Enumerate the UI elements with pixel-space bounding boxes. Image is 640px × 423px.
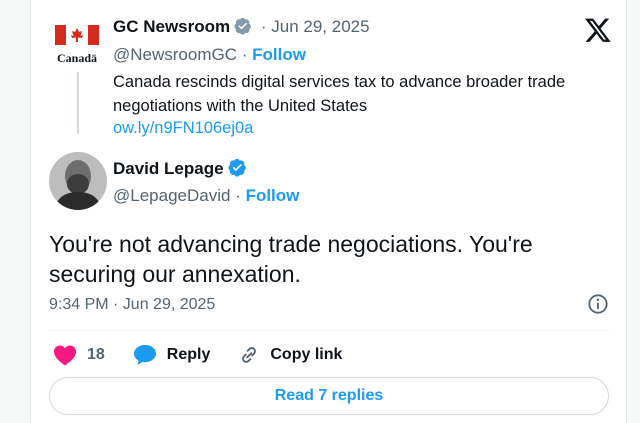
like-button[interactable]: 18 bbox=[53, 344, 105, 366]
reply-label: Reply bbox=[166, 346, 211, 363]
info-icon[interactable] bbox=[587, 293, 609, 315]
follow-button[interactable]: Follow bbox=[246, 186, 300, 205]
avatar-photo bbox=[49, 152, 107, 210]
quoted-author-row: GC Newsroom · Jun 29, 2025 bbox=[113, 17, 370, 36]
tweet-timestamp[interactable]: 9:34 PM · Jun 29, 2025 bbox=[49, 296, 215, 314]
divider bbox=[49, 330, 609, 331]
quoted-author-handle[interactable]: @NewsroomGC bbox=[113, 45, 237, 64]
avatar[interactable] bbox=[49, 152, 107, 210]
copy-link-label: Copy link bbox=[270, 346, 343, 363]
tweet-text: You're not advancing trade negociations.… bbox=[49, 231, 533, 287]
quoted-tweet-text: Canada rescinds digital services tax to … bbox=[113, 73, 566, 115]
quoted-author-name[interactable]: GC Newsroom bbox=[113, 17, 230, 36]
reply-button[interactable]: Reply bbox=[133, 344, 211, 366]
author-handle[interactable]: @LepageDavid bbox=[113, 186, 230, 205]
x-logo-icon[interactable] bbox=[584, 16, 612, 44]
author-row: David Lepage bbox=[113, 158, 247, 179]
thread-connector-line bbox=[77, 72, 79, 134]
like-count: 18 bbox=[87, 346, 105, 363]
quoted-date[interactable]: Jun 29, 2025 bbox=[271, 17, 369, 36]
verified-badge-icon bbox=[234, 17, 252, 35]
svg-text:Canadä: Canadä bbox=[57, 51, 97, 65]
handle-row: @LepageDavid · Follow bbox=[113, 186, 300, 205]
read-replies-button[interactable]: Read 7 replies bbox=[49, 377, 609, 415]
reply-bubble-icon bbox=[133, 345, 156, 365]
follow-button-quoted[interactable]: Follow bbox=[252, 45, 306, 64]
tweet-embed-card: Canadä GC Newsroom · Jun 29, 2025 @Newsr… bbox=[30, 0, 627, 423]
author-name[interactable]: David Lepage bbox=[113, 159, 224, 178]
quoted-handle-row: @NewsroomGC · Follow bbox=[113, 45, 306, 64]
heart-icon bbox=[54, 345, 76, 366]
verified-badge-icon bbox=[227, 158, 246, 177]
quoted-tweet-link[interactable]: ow.ly/n9FN106ej0a bbox=[113, 119, 253, 138]
canada-flag-icon: Canadä bbox=[55, 25, 99, 65]
action-bar: 18 Reply Copy link bbox=[53, 342, 370, 368]
canada-wordmark-avatar[interactable]: Canadä bbox=[53, 22, 103, 66]
copy-link-button[interactable]: Copy link bbox=[238, 344, 342, 366]
link-icon bbox=[242, 347, 257, 363]
